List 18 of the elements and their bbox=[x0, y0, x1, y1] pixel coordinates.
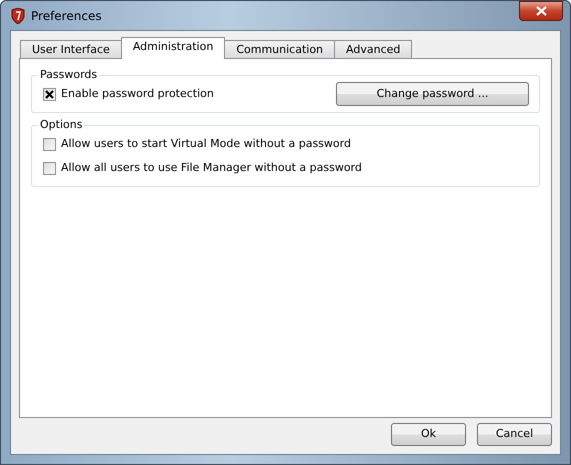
checkbox-label: Enable password protection bbox=[61, 86, 214, 102]
tab[interactable]: Administration bbox=[120, 37, 226, 59]
checkbox[interactable] bbox=[43, 138, 56, 150]
tab[interactable]: User Interface bbox=[20, 40, 122, 58]
group-title: Options bbox=[38, 118, 84, 132]
window-title: Preferences bbox=[31, 8, 102, 24]
change-password-button[interactable]: Change password ... bbox=[336, 82, 529, 106]
app-icon bbox=[11, 8, 25, 24]
checkbox-label: Allow all users to use File Manager without a password bbox=[61, 160, 362, 176]
cancel-button[interactable]: Cancel bbox=[477, 423, 552, 446]
close-icon bbox=[536, 6, 546, 16]
close-button[interactable] bbox=[519, 1, 563, 21]
checkbox[interactable] bbox=[43, 88, 56, 100]
ok-button[interactable]: Ok bbox=[391, 423, 466, 446]
checkbox[interactable] bbox=[43, 162, 56, 174]
checkbox-label: Allow users to start Virtual Mode without a password bbox=[61, 136, 351, 152]
tab[interactable]: Communication bbox=[224, 40, 336, 58]
tab[interactable]: Advanced bbox=[334, 40, 412, 58]
